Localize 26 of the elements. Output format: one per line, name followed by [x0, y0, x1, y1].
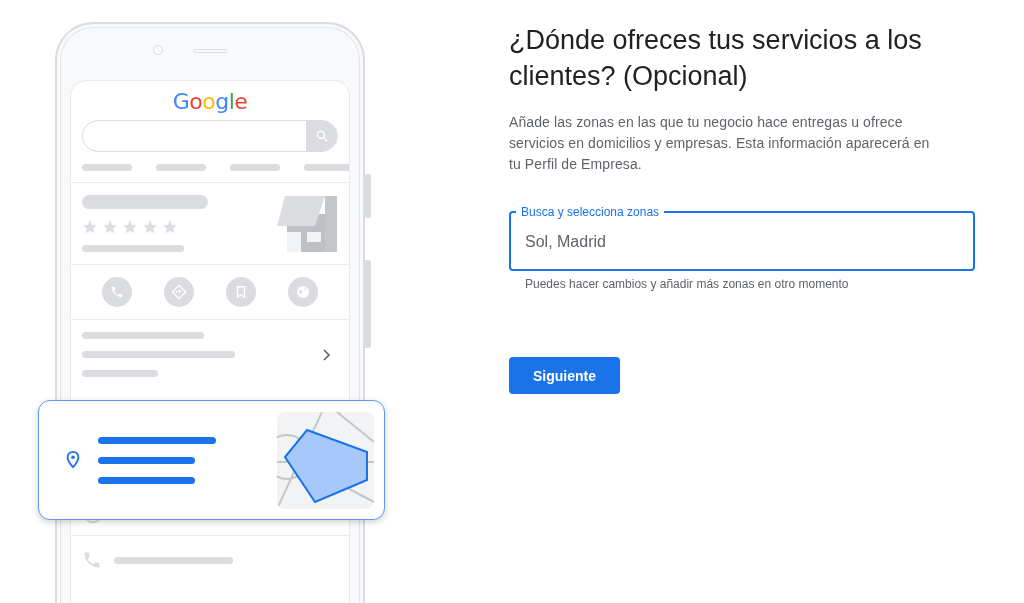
- chevron-right-icon: [323, 348, 331, 361]
- field-label: Busca y selecciona zonas: [520, 205, 661, 219]
- star-icon: [162, 218, 178, 235]
- location-pin-icon: [65, 451, 81, 469]
- search-icon: [314, 129, 329, 143]
- star-icon: [82, 218, 98, 235]
- area-search-field[interactable]: Busca y selecciona zonas Sol, Madrid: [509, 205, 975, 271]
- phone-handset-icon: [82, 550, 102, 570]
- skeleton-bar: [82, 164, 132, 171]
- skeleton-bar: [304, 164, 349, 171]
- search-input[interactable]: Sol, Madrid: [511, 222, 973, 262]
- bookmark-icon: [226, 277, 256, 307]
- star-icon: [102, 218, 118, 235]
- page-heading: ¿Dónde ofreces tus servicios a los clientes? (Opcional): [509, 24, 923, 93]
- phone-call-icon: [102, 277, 132, 307]
- next-button[interactable]: Siguiente: [509, 357, 620, 394]
- globe-icon: [288, 277, 318, 307]
- description-text: Añade las zonas en las que tu negocio hace entregas u ofrece servicios en domicilios y empresas. Esta información aparecerá en tu Perfil de Empresa.: [509, 113, 931, 174]
- star-icon: [142, 218, 158, 235]
- directions-icon: [164, 277, 194, 307]
- skeleton-bar: [156, 164, 206, 171]
- logo-text: Google: [171, 88, 249, 116]
- skeleton-bar: [230, 164, 280, 171]
- helper-text: Puedes hacer cambios y añadir más zonas en otro momento: [525, 277, 850, 291]
- storefront-icon: [277, 194, 337, 252]
- star-icon: [122, 218, 138, 235]
